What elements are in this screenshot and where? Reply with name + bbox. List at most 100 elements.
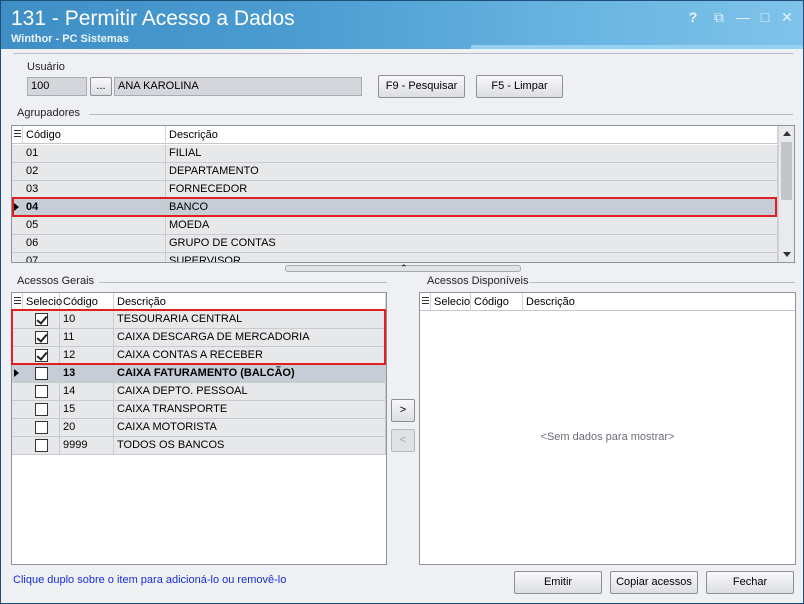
row-description: MOEDA: [166, 217, 778, 234]
row-checkbox[interactable]: [35, 367, 48, 380]
column-chooser-icon[interactable]: [12, 293, 23, 311]
user-divider: [13, 53, 793, 54]
table-row[interactable]: 11 CAIXA DESCARGA DE MERCADORIA: [12, 329, 386, 347]
row-checkbox[interactable]: [35, 439, 48, 452]
maximize-icon[interactable]: □: [757, 9, 773, 25]
footer-hint: Clique duplo sobre o item para adicioná-…: [13, 574, 287, 586]
available-access-label: Acessos Disponíveis: [427, 275, 529, 287]
user-label: Usuário: [27, 61, 65, 73]
table-row[interactable]: 15 CAIXA TRANSPORTE: [12, 401, 386, 419]
column-header-code[interactable]: Código: [60, 293, 114, 311]
table-row[interactable]: 20 CAIXA MOTORISTA: [12, 419, 386, 437]
restore-icon[interactable]: ⧉: [711, 9, 727, 25]
row-description: TESOURARIA CENTRAL: [114, 311, 386, 328]
help-icon[interactable]: ?: [685, 9, 701, 25]
row-description: CAIXA FATURAMENTO (BALCÃO): [114, 365, 386, 382]
row-code: 10: [60, 311, 114, 328]
column-header-select[interactable]: Selecio: [23, 293, 62, 311]
row-code: 20: [60, 419, 114, 436]
column-header-code[interactable]: Código: [471, 293, 523, 311]
add-access-button[interactable]: >: [391, 399, 415, 422]
row-code: 13: [60, 365, 114, 382]
general-divider: [99, 282, 387, 283]
available-access-grid[interactable]: Selecio Código Descrição <Sem dados para…: [419, 292, 796, 565]
available-divider: [529, 282, 795, 283]
table-row[interactable]: 03 FORNECEDOR: [12, 181, 778, 199]
window-title: 131 - Permitir Acesso a Dados: [11, 7, 295, 30]
table-row[interactable]: 10 TESOURARIA CENTRAL: [12, 311, 386, 329]
user-name-field[interactable]: ANA KAROLINA: [114, 77, 362, 96]
row-description: TODOS OS BANCOS: [114, 437, 386, 454]
table-row[interactable]: 9999 TODOS OS BANCOS: [12, 437, 386, 455]
table-row-selected[interactable]: 13 CAIXA FATURAMENTO (BALCÃO): [12, 365, 386, 383]
main-window: 131 - Permitir Acesso a Dados Winthor - …: [0, 0, 804, 604]
scroll-down-icon[interactable]: [783, 252, 791, 257]
column-header-description[interactable]: Descrição: [166, 126, 778, 144]
row-code: 05: [23, 217, 166, 234]
user-code-field[interactable]: 100: [27, 77, 87, 96]
clear-button[interactable]: F5 - Limpar: [476, 75, 563, 98]
groupers-grid[interactable]: Código Descrição 01 FILIAL 02 DEPARTAMEN…: [11, 125, 795, 263]
column-header-description[interactable]: Descrição: [114, 293, 386, 311]
column-header-description[interactable]: Descrição: [523, 293, 795, 311]
row-description: CAIXA TRANSPORTE: [114, 401, 386, 418]
row-indicator-icon: [12, 199, 23, 216]
row-code: 04: [23, 199, 166, 216]
row-description: CAIXA DESCARGA DE MERCADORIA: [114, 329, 386, 346]
row-checkbox[interactable]: [35, 331, 48, 344]
remove-access-button[interactable]: <: [391, 429, 415, 452]
row-code: 01: [23, 145, 166, 162]
table-row[interactable]: 14 CAIXA DEPTO. PESSOAL: [12, 383, 386, 401]
row-checkbox[interactable]: [35, 313, 48, 326]
row-checkbox[interactable]: [35, 421, 48, 434]
general-access-label: Acessos Gerais: [17, 275, 95, 287]
minimize-icon[interactable]: —: [735, 9, 751, 25]
row-code: 15: [60, 401, 114, 418]
row-checkbox[interactable]: [35, 349, 48, 362]
chevron-up-icon: ⌃: [400, 263, 408, 273]
table-row[interactable]: 07 SUPERVISOR: [12, 253, 778, 262]
row-description: SUPERVISOR: [166, 253, 778, 262]
row-description: CAIXA MOTORISTA: [114, 419, 386, 436]
title-bar[interactable]: 131 - Permitir Acesso a Dados Winthor - …: [1, 1, 803, 49]
column-chooser-icon[interactable]: [12, 126, 23, 144]
row-checkbox[interactable]: [35, 385, 48, 398]
row-checkbox[interactable]: [35, 403, 48, 416]
row-indicator-icon: [12, 365, 23, 382]
row-description: FILIAL: [166, 145, 778, 162]
table-row[interactable]: 06 GRUPO DE CONTAS: [12, 235, 778, 253]
table-row[interactable]: 01 FILIAL: [12, 145, 778, 163]
row-code: 12: [60, 347, 114, 364]
copy-access-button[interactable]: Copiar acessos: [610, 571, 698, 594]
splitter-handle[interactable]: ⌃: [285, 263, 521, 273]
row-code: 06: [23, 235, 166, 252]
table-row-selected[interactable]: 04 BANCO: [12, 199, 778, 217]
title-accent: [471, 45, 803, 49]
table-row[interactable]: 02 DEPARTAMENTO: [12, 163, 778, 181]
available-header: Selecio Código Descrição: [420, 293, 795, 311]
scroll-up-icon[interactable]: [783, 131, 791, 136]
row-code: 07: [23, 253, 166, 262]
row-code: 14: [60, 383, 114, 400]
close-icon[interactable]: ✕: [779, 9, 795, 25]
column-header-code[interactable]: Código: [23, 126, 166, 144]
user-lookup-button[interactable]: ...: [90, 77, 112, 96]
row-description: DEPARTAMENTO: [166, 163, 778, 180]
row-code: 11: [60, 329, 114, 346]
emit-button[interactable]: Emitir: [514, 571, 602, 594]
table-row[interactable]: 05 MOEDA: [12, 217, 778, 235]
groupers-label: Agrupadores: [17, 107, 80, 119]
column-header-select[interactable]: Selecio: [431, 293, 471, 311]
general-access-grid[interactable]: Selecio Código Descrição 10 TESOURARIA C…: [11, 292, 387, 565]
row-description: GRUPO DE CONTAS: [166, 235, 778, 252]
groupers-scrollbar[interactable]: [778, 126, 794, 262]
groupers-header: Código Descrição: [12, 126, 794, 144]
table-row[interactable]: 12 CAIXA CONTAS A RECEBER: [12, 347, 386, 365]
row-description: FORNECEDOR: [166, 181, 778, 198]
window-subtitle: Winthor - PC Sistemas: [11, 33, 129, 45]
row-description: BANCO: [166, 199, 778, 216]
close-button[interactable]: Fechar: [706, 571, 794, 594]
column-chooser-icon[interactable]: [420, 293, 431, 311]
search-button[interactable]: F9 - Pesquisar: [378, 75, 465, 98]
scroll-thumb[interactable]: [781, 142, 792, 200]
